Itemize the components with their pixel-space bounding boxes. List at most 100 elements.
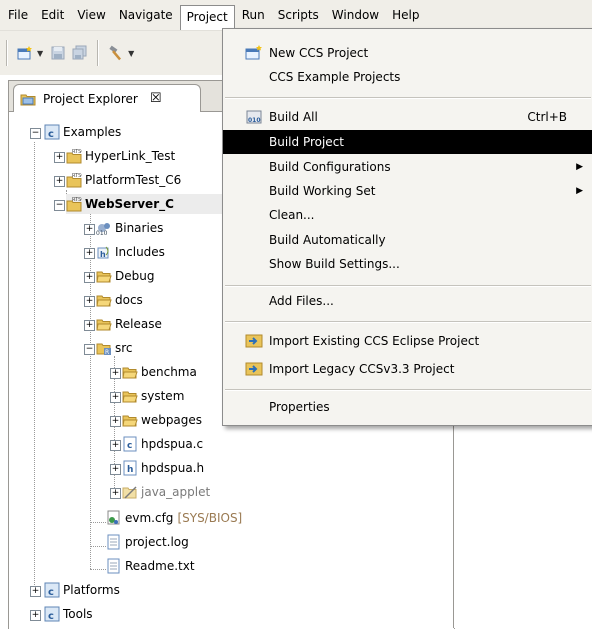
folder-icon [122, 388, 138, 404]
expand-toggle[interactable]: + [84, 320, 95, 331]
menu-item-build-configurations[interactable]: Build Configurations ▶ [223, 155, 592, 179]
tree-item-hpdspua-c[interactable]: c hpdspua.c [122, 434, 203, 454]
collapse-toggle[interactable]: − [54, 200, 65, 211]
menu-item-build-working-set[interactable]: Build Working Set ▶ [223, 179, 592, 203]
tree-item-project-log[interactable]: project.log [106, 532, 189, 552]
includes-icon: h [96, 244, 112, 260]
toolbar-separator [6, 40, 8, 66]
expand-toggle[interactable]: + [54, 176, 65, 187]
menu-run[interactable]: Run [236, 4, 271, 26]
tree-item-binaries[interactable]: 010 Binaries [96, 218, 163, 238]
save-icon[interactable] [49, 44, 67, 62]
tree-item-java-applet[interactable]: java_applet [122, 482, 210, 502]
text-file-icon [106, 558, 122, 574]
tree-item-src[interactable]: R src [96, 338, 133, 358]
expand-toggle[interactable]: + [30, 610, 41, 621]
tree-item-examples[interactable]: c Examples [44, 122, 121, 142]
folder-icon [96, 316, 112, 332]
svg-text:c: c [48, 587, 54, 598]
rtsc-project-icon: RTSC [66, 172, 82, 188]
tree-item-platforms[interactable]: c Platforms [44, 580, 120, 600]
menu-navigate[interactable]: Navigate [113, 4, 179, 26]
text-file-icon [106, 534, 122, 550]
expand-toggle[interactable]: + [110, 488, 121, 499]
tree-item-release[interactable]: Release [96, 314, 162, 334]
menu-item-show-build-settings[interactable]: Show Build Settings... [223, 252, 592, 276]
tab-label: Project Explorer [43, 91, 138, 106]
expand-toggle[interactable]: + [84, 272, 95, 283]
new-dropdown-icon[interactable]: ▼ [37, 49, 43, 58]
expand-toggle[interactable]: + [30, 586, 41, 597]
svg-text:RTSC: RTSC [72, 197, 82, 203]
collapse-toggle[interactable]: − [84, 344, 95, 355]
build-dropdown-icon[interactable]: ▼ [128, 49, 134, 58]
menu-separator [225, 97, 591, 99]
menu-item-build-automatically[interactable]: Build Automatically [223, 228, 592, 252]
config-file-icon [106, 510, 122, 526]
tree-item-hyperlink-test[interactable]: RTSC HyperLink_Test [66, 146, 175, 166]
build-all-icon: 010 [245, 109, 263, 125]
tree-guide-line [90, 546, 106, 547]
import-icon [245, 333, 263, 349]
menu-item-ccs-example-projects[interactable]: CCS Example Projects [223, 65, 592, 89]
submenu-arrow-icon: ▶ [576, 162, 583, 172]
tree-item-debug[interactable]: Debug [96, 266, 154, 286]
menu-project[interactable]: Project [179, 4, 235, 30]
tree-item-benchmarks[interactable]: benchma [122, 362, 197, 382]
expand-toggle[interactable]: + [54, 152, 65, 163]
menu-item-build-project[interactable]: Build Project [223, 130, 592, 154]
menu-help[interactable]: Help [386, 4, 425, 26]
tree-guide-line [90, 522, 106, 523]
menu-view[interactable]: View [71, 4, 111, 26]
folder-icon [96, 292, 112, 308]
tree-item-includes[interactable]: h Includes [96, 242, 165, 262]
expand-toggle[interactable]: + [110, 416, 121, 427]
menu-edit[interactable]: Edit [35, 4, 70, 26]
menu-file[interactable]: File [2, 4, 34, 26]
expand-toggle[interactable]: + [84, 248, 95, 259]
working-set-icon: c [44, 606, 60, 622]
new-project-icon [245, 45, 263, 61]
toolbar-separator [97, 40, 100, 66]
expand-toggle[interactable]: + [110, 440, 121, 451]
tree-guide-line [90, 212, 91, 569]
import-icon [245, 361, 263, 377]
build-hammer-icon[interactable] [107, 44, 125, 62]
tree-item-evm-cfg[interactable]: evm.cfg [SYS/BIOS] [106, 508, 242, 528]
tree-item-system[interactable]: system [122, 386, 184, 406]
project-explorer-icon [20, 91, 36, 107]
new-wizard-icon[interactable] [16, 44, 34, 62]
expand-toggle[interactable]: + [110, 368, 121, 379]
tree-item-hpdspua-h[interactable]: h hpdspua.h [122, 458, 204, 478]
close-icon[interactable]: ☒ [150, 91, 162, 106]
folder-icon [122, 412, 138, 428]
c-file-icon: c [122, 436, 138, 452]
menu-item-import-existing-ccs-eclipse-project[interactable]: Import Existing CCS Eclipse Project [223, 329, 592, 353]
folder-icon [96, 268, 112, 284]
collapse-toggle[interactable]: − [30, 128, 41, 139]
tree-item-docs[interactable]: docs [96, 290, 143, 310]
menu-item-build-all[interactable]: 010 Build All Ctrl+B [223, 105, 592, 129]
tree-item-tools[interactable]: c Tools [44, 604, 93, 624]
expand-toggle[interactable]: + [84, 224, 95, 235]
menu-item-add-files[interactable]: Add Files... [223, 289, 592, 313]
tree-item-webserver[interactable]: RTSC WebServer_C [66, 194, 226, 214]
menu-item-properties[interactable]: Properties [223, 395, 592, 419]
expand-toggle[interactable]: + [84, 296, 95, 307]
svg-text:RTSC: RTSC [72, 173, 82, 179]
save-all-icon[interactable] [71, 44, 89, 62]
source-folder-icon: R [96, 340, 112, 356]
menu-item-clean[interactable]: Clean... [223, 203, 592, 227]
tab-project-explorer[interactable]: Project Explorer ☒ [13, 84, 201, 112]
menu-scripts[interactable]: Scripts [272, 4, 325, 26]
tree-item-readme[interactable]: Readme.txt [106, 556, 195, 576]
tree-item-platformtest[interactable]: RTSC PlatformTest_C6 [66, 170, 181, 190]
expand-toggle[interactable]: + [110, 464, 121, 475]
menu-window[interactable]: Window [326, 4, 385, 26]
expand-toggle[interactable]: + [110, 392, 121, 403]
menu-item-import-legacy-ccsv33-project[interactable]: Import Legacy CCSv3.3 Project [223, 357, 592, 381]
submenu-arrow-icon: ▶ [576, 186, 583, 196]
tree-item-webpages[interactable]: webpages [122, 410, 202, 430]
excluded-folder-icon [122, 484, 138, 500]
menu-item-new-ccs-project[interactable]: New CCS Project [223, 41, 592, 65]
